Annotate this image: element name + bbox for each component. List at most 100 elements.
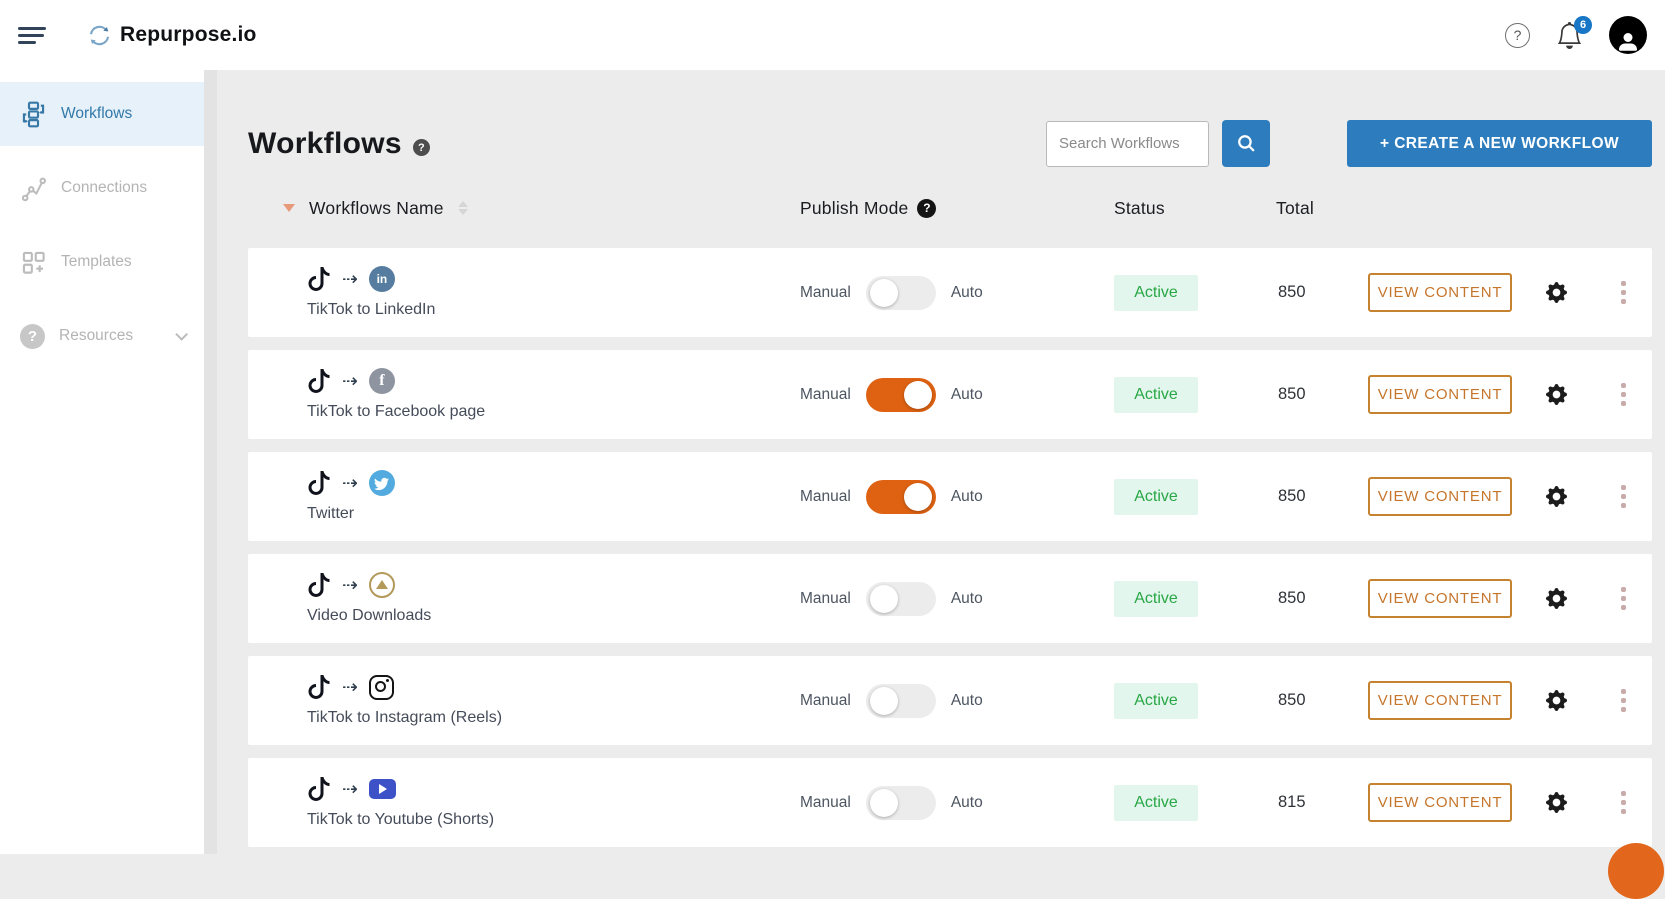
publish-mode-toggle[interactable] — [865, 785, 936, 820]
manual-label: Manual — [800, 385, 851, 403]
publish-mode-cell: Manual Auto — [800, 785, 1114, 820]
total-count: 850 — [1278, 589, 1306, 607]
total-count: 815 — [1278, 793, 1306, 811]
settings-gear-icon[interactable] — [1545, 282, 1567, 303]
column-total: Total — [1276, 197, 1314, 218]
sidebar-item-label: Connections — [61, 179, 148, 196]
workflow-name: TikTok to Instagram (Reels) — [307, 709, 503, 726]
column-workflows-name: Workflows Name — [309, 197, 444, 218]
workflow-name: Twitter — [307, 505, 355, 522]
brand-logo[interactable]: Repurpose.io — [86, 22, 257, 49]
status-badge: Active — [1114, 376, 1198, 413]
flow-arrow-icon: ⇢ — [342, 675, 358, 698]
view-content-button[interactable]: VIEW CONTENT — [1368, 375, 1512, 414]
sidebar-item-label: Resources — [59, 327, 134, 344]
sort-direction-icon[interactable] — [283, 204, 295, 212]
tiktok-icon — [307, 573, 331, 597]
settings-gear-icon[interactable] — [1545, 690, 1567, 711]
status-badge: Active — [1114, 682, 1198, 719]
search-icon — [1237, 134, 1256, 153]
flow-arrow-icon: ⇢ — [342, 471, 358, 494]
workflow-row: ⇢ Twitter Manual Auto Active 850 VIEW CO… — [248, 452, 1652, 541]
workflow-name: Video Downloads — [307, 607, 432, 624]
row-menu-icon[interactable] — [1620, 791, 1626, 814]
user-avatar[interactable] — [1609, 16, 1647, 54]
settings-gear-icon[interactable] — [1545, 486, 1567, 507]
sidebar-item-label: Workflows — [61, 105, 133, 122]
publish-mode-toggle[interactable] — [865, 581, 936, 616]
total-count: 850 — [1278, 385, 1306, 403]
search-input[interactable] — [1046, 120, 1210, 167]
manual-label: Manual — [800, 283, 851, 301]
sidebar-item-templates[interactable]: Templates — [0, 230, 204, 294]
help-icon[interactable]: ? — [1505, 22, 1530, 48]
view-content-button[interactable]: VIEW CONTENT — [1368, 579, 1512, 618]
tiktok-icon — [307, 471, 331, 495]
view-content-button[interactable]: VIEW CONTENT — [1368, 681, 1512, 720]
tiktok-icon — [307, 777, 331, 801]
workflow-list: ⇢ in TikTok to LinkedIn Manual Auto Acti… — [248, 248, 1652, 847]
twitter-icon — [368, 470, 395, 496]
sidebar: Workflows Connections Templates ? Resour… — [0, 70, 204, 854]
row-menu-icon[interactable] — [1620, 587, 1626, 610]
status-badge: Active — [1114, 478, 1198, 515]
instagram-icon — [368, 674, 394, 700]
workflow-row: ⇢ Video Downloads Manual Auto Active 850… — [248, 554, 1652, 643]
publish-mode-toggle[interactable] — [865, 275, 936, 310]
publish-mode-cell: Manual Auto — [800, 683, 1114, 718]
view-content-button[interactable]: VIEW CONTENT — [1368, 273, 1512, 312]
flow-arrow-icon: ⇢ — [342, 777, 358, 800]
publish-mode-cell: Manual Auto — [800, 377, 1114, 412]
page-title-help-icon[interactable]: ? — [412, 139, 430, 156]
workflow-row: ⇢ TikTok to Youtube (Shorts) Manual Auto… — [248, 758, 1652, 847]
chat-launcher-button[interactable] — [1608, 843, 1664, 899]
scrollbar-track[interactable] — [204, 70, 217, 854]
auto-label: Auto — [950, 283, 983, 301]
connections-icon — [20, 175, 47, 202]
settings-gear-icon[interactable] — [1545, 792, 1567, 813]
manual-label: Manual — [800, 589, 851, 607]
sidebar-item-connections[interactable]: Connections — [0, 156, 204, 220]
search-button[interactable] — [1222, 120, 1271, 167]
publish-mode-toggle[interactable] — [865, 683, 936, 718]
row-menu-icon[interactable] — [1620, 383, 1626, 406]
manual-label: Manual — [800, 793, 851, 811]
chevron-down-icon — [175, 327, 188, 341]
tiktok-icon — [307, 267, 331, 291]
view-content-button[interactable]: VIEW CONTENT — [1368, 477, 1512, 516]
create-workflow-button[interactable]: + CREATE A NEW WORKFLOW — [1347, 120, 1652, 167]
templates-icon — [20, 249, 47, 276]
workflow-name: TikTok to LinkedIn — [307, 301, 436, 318]
workflow-name: TikTok to Youtube (Shorts) — [307, 811, 495, 828]
manual-label: Manual — [800, 487, 851, 505]
sidebar-item-resources[interactable]: ? Resources — [0, 304, 204, 368]
notifications-button[interactable]: 6 — [1556, 15, 1592, 49]
main-content: Workflows ? + CREATE A NEW WORKFLOW Work… — [217, 70, 1665, 854]
sort-toggle-icon[interactable] — [457, 201, 468, 215]
video-icon — [368, 572, 395, 598]
topbar: Repurpose.io ? 6 — [0, 0, 1665, 70]
page-title: Workflows — [248, 126, 402, 160]
auto-label: Auto — [950, 487, 983, 505]
publish-mode-toggle[interactable] — [865, 377, 936, 412]
settings-gear-icon[interactable] — [1545, 588, 1567, 609]
status-badge: Active — [1114, 784, 1198, 821]
facebook-icon: f — [368, 368, 395, 394]
brand-name: Repurpose.io — [120, 23, 257, 46]
publish-mode-cell: Manual Auto — [800, 479, 1114, 514]
flow-arrow-icon: ⇢ — [342, 573, 358, 596]
tiktok-icon — [307, 369, 331, 393]
sync-arrows-icon — [86, 22, 113, 49]
settings-gear-icon[interactable] — [1545, 384, 1567, 405]
hamburger-menu-icon[interactable] — [18, 23, 52, 47]
publish-mode-cell: Manual Auto — [800, 275, 1114, 310]
workflow-name: TikTok to Facebook page — [307, 403, 486, 420]
row-menu-icon[interactable] — [1620, 689, 1626, 712]
view-content-button[interactable]: VIEW CONTENT — [1368, 783, 1512, 822]
publish-mode-help-icon[interactable]: ? — [917, 198, 937, 218]
auto-label: Auto — [950, 691, 983, 709]
row-menu-icon[interactable] — [1620, 485, 1626, 508]
sidebar-item-workflows[interactable]: Workflows — [0, 82, 204, 146]
publish-mode-toggle[interactable] — [865, 479, 936, 514]
row-menu-icon[interactable] — [1620, 281, 1626, 304]
